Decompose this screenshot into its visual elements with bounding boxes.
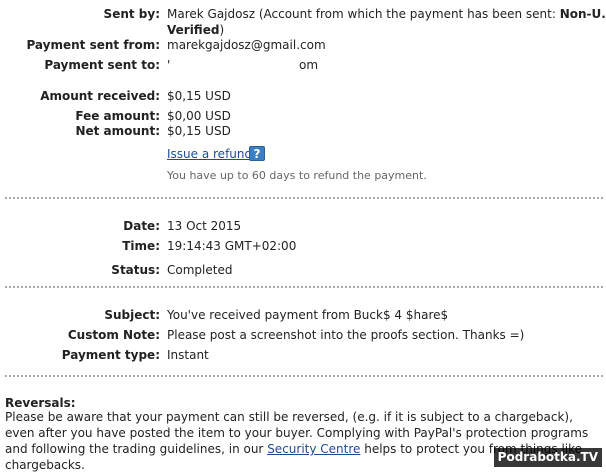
security-centre-link[interactable]: Security Centre	[267, 442, 360, 456]
custom-note-label: Custom Note:	[67, 328, 160, 342]
payment-sent-to-row: Payment sent to: ' om	[0, 56, 606, 74]
issue-refund-link[interactable]: Issue a refund	[167, 146, 252, 162]
custom-note-row: Custom Note: Please post a screenshot in…	[0, 326, 606, 344]
amount-received-value: $0,15 USD	[167, 89, 231, 103]
amount-received-row: Amount received: $0,15 USD	[0, 87, 606, 105]
net-amount-value: $0,15 USD	[167, 124, 231, 138]
subject-label: Subject:	[104, 308, 160, 322]
payment-sent-to-value-end: om	[299, 58, 319, 72]
payment-sent-to-value-start: '	[167, 58, 171, 72]
subject-row: Subject: You've received payment from Bu…	[0, 306, 606, 324]
subject-value: You've received payment from Buck$ 4 $ha…	[167, 308, 449, 322]
payment-type-row: Payment type: Instant	[0, 346, 606, 364]
time-value: 19:14:43 GMT+02:00	[167, 239, 297, 253]
date-value: 13 Oct 2015	[167, 219, 242, 233]
watermark-logo: Podrabotka.TV	[493, 448, 602, 467]
amount-received-label: Amount received:	[40, 89, 160, 103]
separator-2	[5, 286, 603, 288]
date-label: Date:	[123, 219, 160, 233]
sender-status-close: )	[219, 23, 225, 37]
status-row: Status: Completed	[0, 261, 606, 279]
date-row: Date: 13 Oct 2015	[0, 217, 606, 235]
status-label: Status:	[111, 263, 160, 277]
payment-sent-from-value: marekgajdosz@gmail.com	[167, 38, 326, 52]
net-amount-row: Net amount: $0,15 USD	[0, 122, 606, 140]
payment-type-label: Payment type:	[61, 348, 160, 362]
sender-name: Marek Gajdosz (Account from which the pa…	[167, 7, 560, 21]
payment-sent-to-label: Payment sent to:	[44, 58, 160, 72]
sender-status-part2: Verified	[167, 23, 220, 37]
time-row: Time: 19:14:43 GMT+02:00	[0, 237, 606, 255]
net-amount-label: Net amount:	[75, 124, 160, 138]
custom-note-value: Please post a screenshot into the proofs…	[167, 328, 525, 342]
payment-sent-from-row: Payment sent from: marekgajdosz@gmail.co…	[0, 36, 606, 54]
status-value: Completed	[167, 263, 233, 277]
separator-1	[5, 197, 603, 199]
help-icon[interactable]: ?	[249, 146, 265, 161]
payment-sent-from-label: Payment sent from:	[26, 38, 160, 52]
payment-type-value: Instant	[167, 348, 209, 362]
refund-hint: You have up to 60 days to refund the pay…	[167, 169, 427, 182]
time-label: Time:	[122, 239, 160, 253]
sender-status-part1: Non-U.S. -	[559, 7, 606, 21]
separator-3	[5, 375, 603, 377]
